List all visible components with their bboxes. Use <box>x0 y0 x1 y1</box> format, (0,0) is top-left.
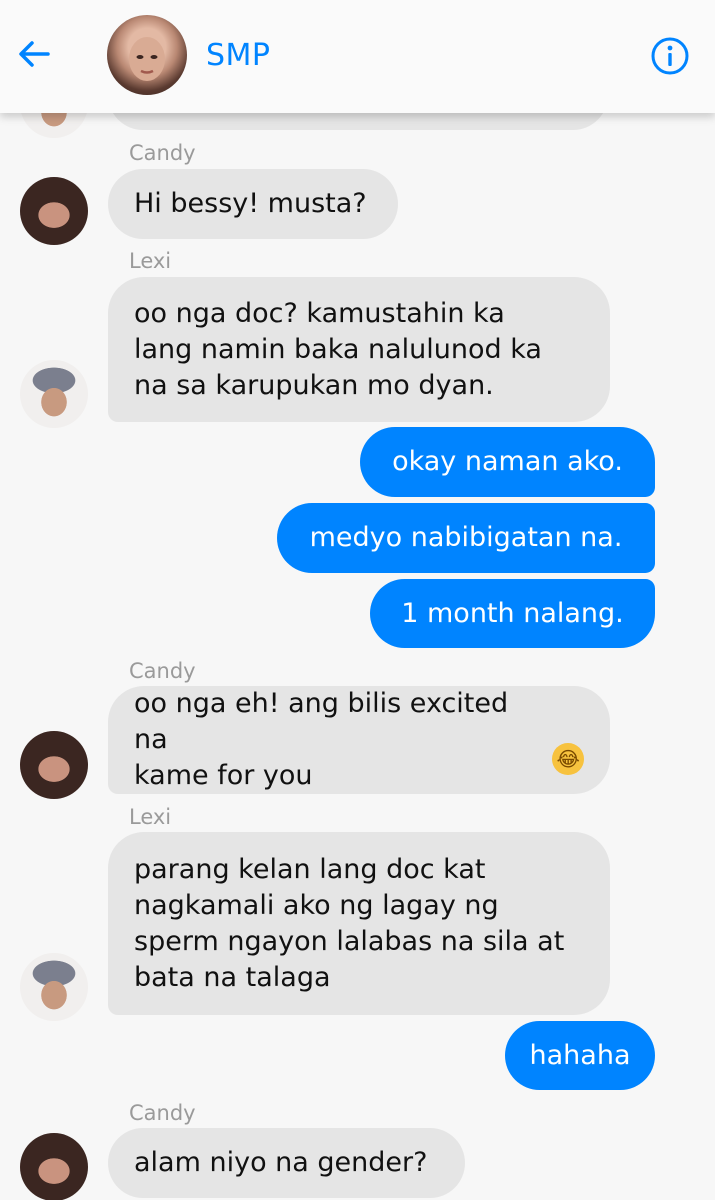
avatar-lexi[interactable] <box>20 953 88 1021</box>
sender-name: Candy <box>129 1101 196 1125</box>
message-list[interactable]: Candy Hi bessy! musta? Lexi oo nga doc? … <box>0 0 715 1200</box>
conversation-title[interactable]: SMP <box>206 38 271 73</box>
sender-name: Candy <box>129 659 196 683</box>
back-arrow-icon[interactable] <box>12 32 56 76</box>
avatar-candy[interactable] <box>20 731 88 799</box>
group-avatar[interactable] <box>107 15 187 95</box>
sender-name: Candy <box>129 141 196 165</box>
message-bubble-outgoing[interactable]: okay naman ako. <box>360 427 655 497</box>
messenger-conversation: Candy Hi bessy! musta? Lexi oo nga doc? … <box>0 0 715 1200</box>
avatar-candy[interactable] <box>20 177 88 245</box>
message-bubble-outgoing[interactable]: medyo nabibigatan na. <box>277 503 655 573</box>
message-bubble[interactable]: oo nga eh! ang bilis excited na kame for… <box>108 686 610 794</box>
message-bubble-outgoing[interactable]: hahaha <box>505 1021 655 1090</box>
message-bubble[interactable]: alam niyo na gender? <box>108 1128 465 1198</box>
message-bubble[interactable]: Hi bessy! musta? <box>108 169 398 239</box>
sender-name: Lexi <box>129 249 172 273</box>
avatar-candy[interactable] <box>20 1133 88 1200</box>
sender-name: Lexi <box>129 805 172 829</box>
message-bubble[interactable]: parang kelan lang doc kat nagkamali ako … <box>108 832 610 1015</box>
conversation-header: SMP <box>0 0 715 113</box>
tears-of-joy-emoji-icon: 😂 <box>552 743 584 775</box>
info-icon[interactable] <box>648 34 692 78</box>
avatar-lexi[interactable] <box>20 360 88 428</box>
message-text: oo nga eh! ang bilis excited na kame for… <box>134 688 509 791</box>
message-bubble[interactable]: oo nga doc? kamustahin ka lang namin bak… <box>108 277 610 422</box>
message-bubble-outgoing[interactable]: 1 month nalang. <box>370 579 655 648</box>
